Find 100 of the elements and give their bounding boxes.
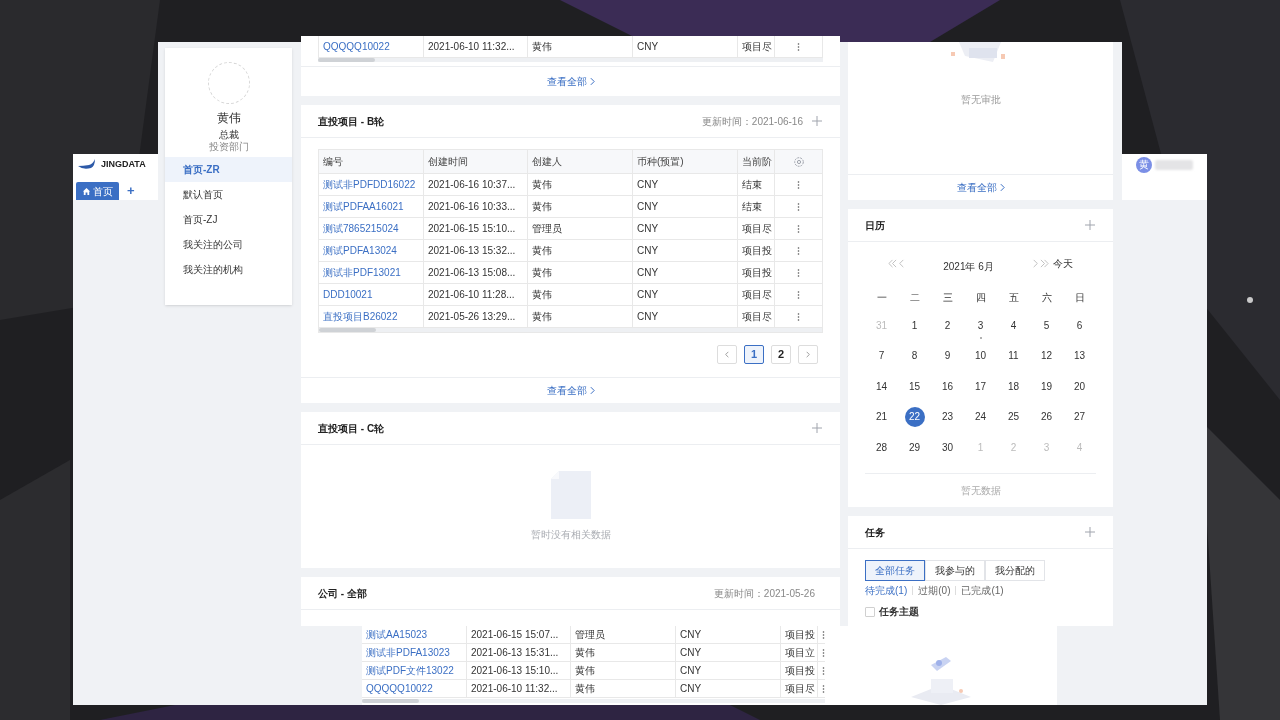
calendar-day[interactable]: 29 xyxy=(904,437,925,458)
calendar-day[interactable]: 19 xyxy=(1036,376,1057,397)
card-title: 日历 xyxy=(865,218,885,233)
calendar-day[interactable]: 25 xyxy=(1003,406,1024,427)
table-cell: CNY xyxy=(676,626,781,643)
page-tab[interactable]: 首页 xyxy=(76,182,119,200)
table-cell: 管理员 xyxy=(571,626,676,643)
calendar-day[interactable]: 4 xyxy=(1003,315,1024,336)
add-button[interactable] xyxy=(811,422,823,434)
calendar-day[interactable]: 2 xyxy=(937,315,958,336)
weekday-label: 五 xyxy=(1008,290,1019,305)
column-header: 任务主题 xyxy=(879,605,919,619)
calendar-day[interactable]: 5 xyxy=(1036,315,1057,336)
calendar-day[interactable]: 30 xyxy=(937,437,958,458)
calendar-day[interactable]: 12 xyxy=(1036,345,1057,366)
page-button[interactable]: 1 xyxy=(744,345,764,364)
table-cell: CNY xyxy=(633,262,738,283)
project-link[interactable]: 测试非PDF13021 xyxy=(319,262,424,283)
calendar-day[interactable]: 20 xyxy=(1069,376,1090,397)
table-cell: 黄伟 xyxy=(571,680,676,697)
calendar-day[interactable]: 7 xyxy=(871,345,892,366)
today-button[interactable]: 今天 xyxy=(1053,255,1073,271)
next-month-icon xyxy=(1031,258,1049,268)
view-all-link[interactable]: 查看全部 xyxy=(956,180,1005,195)
calendar-day[interactable]: 23 xyxy=(937,406,958,427)
table-cell: CNY xyxy=(676,644,781,661)
project-link[interactable]: 测试AA15023 xyxy=(362,626,467,643)
project-link[interactable]: QQQQQ10022 xyxy=(319,36,424,57)
settings-button[interactable] xyxy=(792,155,805,168)
project-link[interactable]: 测试非PDFDD16022 xyxy=(319,174,424,195)
scrollbar-thumb[interactable] xyxy=(319,328,376,332)
project-link[interactable]: QQQQQ10022 xyxy=(362,680,467,697)
segment-tab[interactable]: 我分配的 xyxy=(985,560,1045,581)
page-button[interactable]: 2 xyxy=(771,345,791,364)
filter-link[interactable]: 过期(0) xyxy=(918,582,951,598)
plus-icon xyxy=(812,423,822,433)
checkbox[interactable] xyxy=(865,606,875,617)
project-link[interactable]: 测试PDFAA16021 xyxy=(319,196,424,217)
table-cell: 黄伟 xyxy=(528,284,633,305)
calendar-day[interactable]: 15 xyxy=(904,376,925,397)
calendar-day[interactable]: 13 xyxy=(1069,345,1090,366)
sidebar-item[interactable]: 首页-ZR xyxy=(165,157,292,182)
table-cell: 黄伟 xyxy=(528,174,633,195)
kebab-icon xyxy=(797,179,800,190)
calendar-day[interactable]: 17 xyxy=(970,376,991,397)
column-header: 创建人 xyxy=(528,150,633,173)
add-button[interactable] xyxy=(1084,219,1096,231)
calendar-day[interactable]: 1 xyxy=(904,315,925,336)
table-cell: 2021-06-10 11:32... xyxy=(424,36,528,57)
calendar-day[interactable]: 27 xyxy=(1069,406,1090,427)
add-button[interactable] xyxy=(1084,526,1096,538)
column-header: 当前阶 xyxy=(738,150,775,173)
calendar-day[interactable]: 11 xyxy=(1003,345,1024,366)
calendar-day[interactable]: 3 xyxy=(970,315,991,336)
sidebar-item[interactable]: 默认首页 xyxy=(165,182,292,207)
kebab-icon xyxy=(821,683,825,694)
calendar-day[interactable]: 9 xyxy=(937,345,958,366)
calendar-day[interactable]: 6 xyxy=(1069,315,1090,336)
table-cell: 黄伟 xyxy=(528,196,633,217)
chevron-left-icon xyxy=(725,351,729,358)
table-cell: CNY xyxy=(633,306,738,327)
project-link[interactable]: 直投项目B26022 xyxy=(319,306,424,327)
calendar-day[interactable]: 21 xyxy=(871,406,892,427)
view-all-link[interactable]: 查看全部 xyxy=(546,383,595,398)
add-button[interactable] xyxy=(811,115,823,127)
calendar-day[interactable]: 18 xyxy=(1003,376,1024,397)
project-link[interactable]: 测试7865215024 xyxy=(319,218,424,239)
kebab-icon xyxy=(797,223,800,234)
card-title: 公司 - 全部 xyxy=(318,586,367,601)
weekday-label: 一 xyxy=(876,290,887,305)
project-link[interactable]: 测试PDF文件13022 xyxy=(362,662,467,679)
scrollbar-thumb[interactable] xyxy=(318,58,375,62)
sidebar-item[interactable]: 我关注的机构 xyxy=(165,257,292,282)
calendar-day[interactable]: 16 xyxy=(937,376,958,397)
table-cell: 黄伟 xyxy=(528,240,633,261)
filter-link[interactable]: 待完成(1) xyxy=(865,582,908,598)
filter-link[interactable]: 已完成(1) xyxy=(961,582,1004,598)
table-cell: 2021-06-13 15:31... xyxy=(467,644,571,661)
calendar-day[interactable]: 14 xyxy=(871,376,892,397)
segment-tab[interactable]: 我参与的 xyxy=(925,560,985,581)
table-cell: CNY xyxy=(633,174,738,195)
table-cell: 项目立 xyxy=(781,644,818,661)
calendar-day[interactable]: 8 xyxy=(904,345,925,366)
empty-message: 暂时没有相关数据 xyxy=(530,528,611,542)
calendar-day[interactable]: 26 xyxy=(1036,406,1057,427)
month-label: 2021年 6月 xyxy=(942,259,995,274)
segment-tab[interactable]: 全部任务 xyxy=(865,560,925,581)
sidebar-item[interactable]: 首页-ZJ xyxy=(165,207,292,232)
add-tab-button[interactable]: + xyxy=(124,182,138,200)
project-link[interactable]: DDD10021 xyxy=(319,284,424,305)
sidebar-item[interactable]: 我关注的公司 xyxy=(165,232,292,257)
calendar-day[interactable]: 28 xyxy=(871,437,892,458)
column-header: 创建时间 xyxy=(424,150,528,173)
view-all-link[interactable]: 查看全部 xyxy=(546,74,595,89)
project-link[interactable]: 测试PDFA13024 xyxy=(319,240,424,261)
calendar-day[interactable]: 24 xyxy=(970,406,991,427)
kebab-icon xyxy=(797,311,800,322)
calendar-day[interactable]: 22 xyxy=(904,406,925,427)
project-link[interactable]: 测试非PDFA13023 xyxy=(362,644,467,661)
calendar-day[interactable]: 10 xyxy=(970,345,991,366)
